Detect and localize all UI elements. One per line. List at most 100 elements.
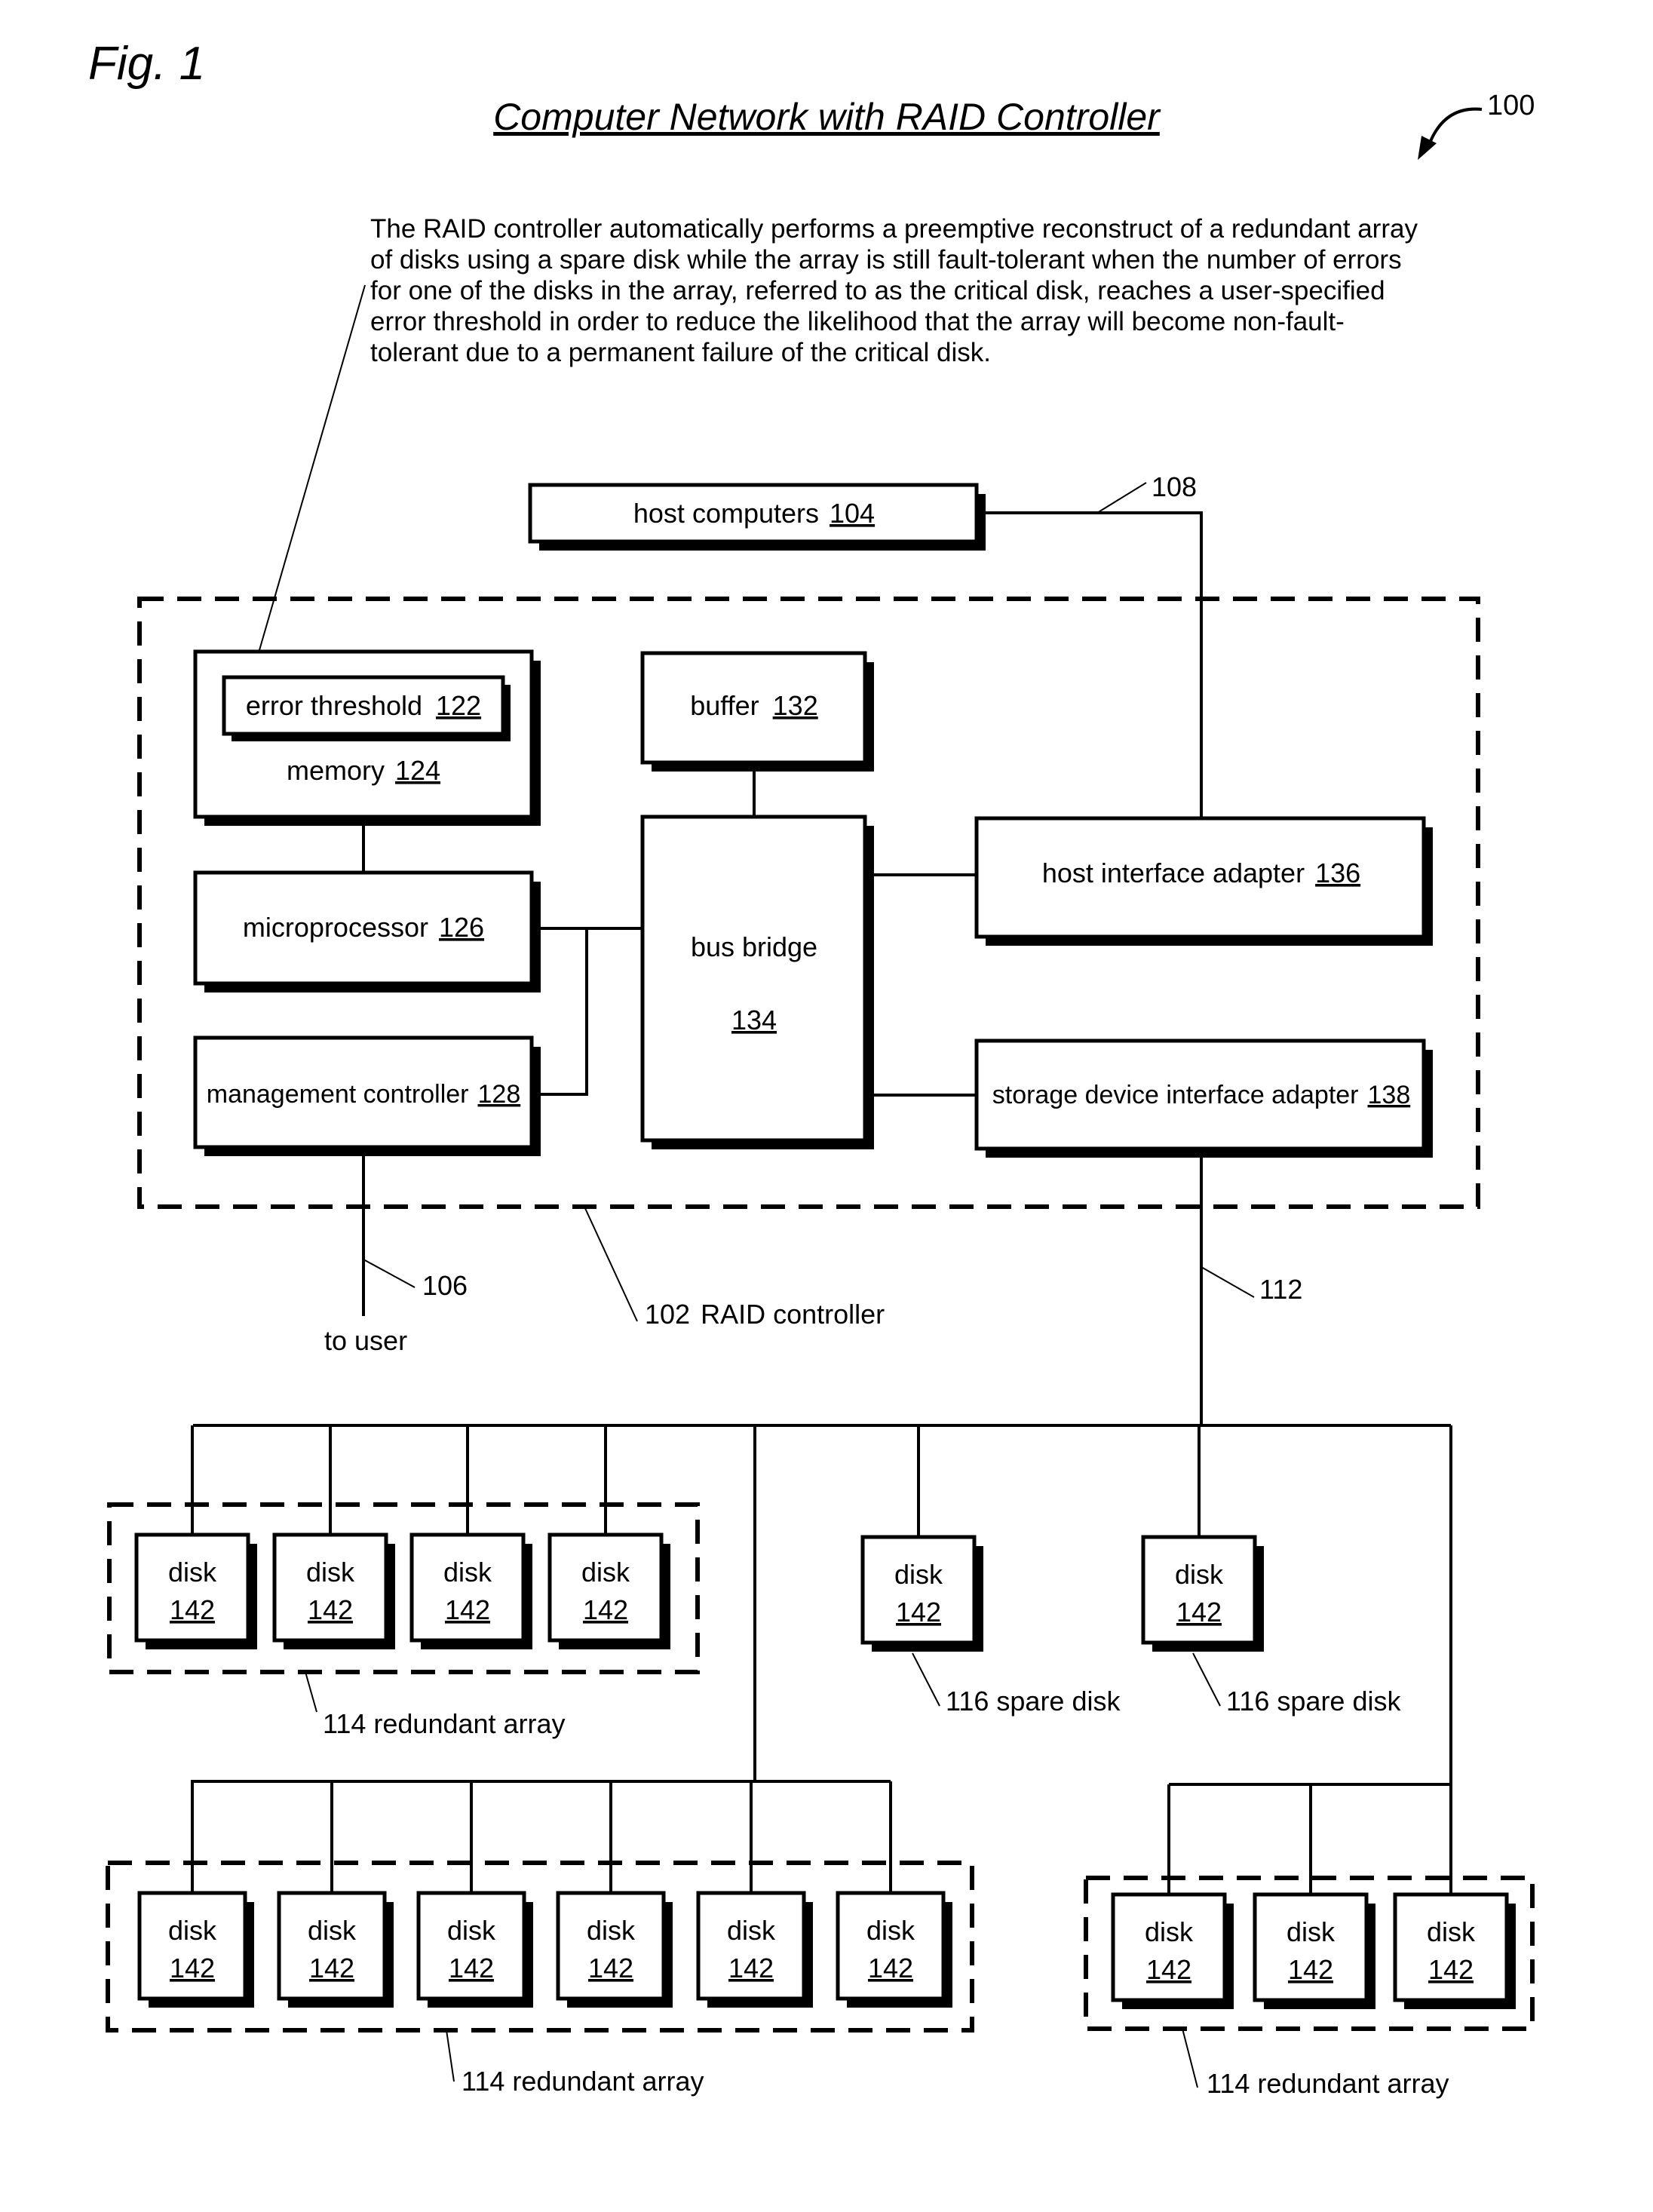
- disk-ref: 142: [896, 1597, 941, 1628]
- disk-ref: 142: [1146, 1954, 1191, 1985]
- block-label: management controller: [207, 1080, 469, 1109]
- svg-text:buffer132: buffer 132: [690, 690, 817, 721]
- ref-arrow-icon: [1428, 107, 1483, 146]
- block-label: error threshold: [246, 690, 422, 721]
- buffer-block[interactable]: buffer 132: [640, 651, 874, 772]
- array-leader: [446, 2029, 455, 2082]
- spare-label: 116 spare disk: [946, 1686, 1121, 1717]
- storage-link-leader: [1201, 1266, 1255, 1298]
- spare-leader: [1192, 1652, 1221, 1707]
- array-2-disk[interactable]: disk 142: [416, 1891, 533, 2008]
- svg-text:memory124: memory 124: [287, 755, 440, 786]
- spare-disk[interactable]: disk 142: [860, 1535, 983, 1652]
- array-3-disk[interactable]: disk 142: [1111, 1892, 1234, 2009]
- disk-label: disk: [1175, 1559, 1224, 1590]
- array-3-disk[interactable]: disk 142: [1253, 1892, 1375, 2009]
- disk-ref: 142: [170, 1594, 215, 1625]
- host-interface-adapter-block[interactable]: host interface adapter 136: [974, 816, 1433, 946]
- spare-leader: [912, 1652, 940, 1707]
- array-3-disk[interactable]: disk 142: [1393, 1892, 1516, 2009]
- disk-label: disk: [168, 1915, 217, 1946]
- microprocessor-block[interactable]: microprocessor 126: [193, 870, 541, 992]
- array-2-disk[interactable]: disk 142: [696, 1891, 813, 2008]
- block-ref: 132: [773, 690, 818, 721]
- array-1-disk[interactable]: disk 142: [409, 1532, 532, 1649]
- spare-label: 116 spare disk: [1226, 1686, 1401, 1717]
- disk-area: disk 142 disk 142 disk 142 disk 142 114 redundan…: [106, 1502, 1535, 2099]
- bus-bridge-block[interactable]: bus bridge 134: [640, 815, 874, 1149]
- svg-text:host computers104: host computers 104: [633, 498, 875, 529]
- array-2-disk[interactable]: disk 142: [836, 1891, 952, 2008]
- disk-label: disk: [581, 1557, 630, 1588]
- svg-text:microprocessor126: microprocessor 126: [243, 912, 484, 943]
- block-ref: 138: [1368, 1081, 1411, 1109]
- disk-ref: 142: [170, 1953, 215, 1983]
- host-link-ref: 108: [1152, 471, 1197, 502]
- disk-ref: 142: [1288, 1954, 1333, 1985]
- array-2-disk[interactable]: disk 142: [137, 1891, 254, 2008]
- host-link-wire: [977, 511, 1203, 818]
- disk-ref: 142: [445, 1594, 490, 1625]
- management-controller-block[interactable]: management controller 128: [193, 1035, 541, 1156]
- disk-ref: 142: [583, 1594, 628, 1625]
- annotation-line: of disks using a spare disk while the ar…: [370, 245, 1402, 275]
- disk-label: disk: [306, 1557, 355, 1588]
- array-leader: [305, 1671, 317, 1713]
- block-ref: 124: [395, 755, 440, 786]
- block-ref: 104: [830, 498, 875, 529]
- array-1-disk[interactable]: disk 142: [272, 1532, 395, 1649]
- annotation-line: for one of the disks in the array, refer…: [370, 276, 1385, 305]
- disk-label: disk: [1287, 1916, 1336, 1947]
- array-2-disk[interactable]: disk 142: [277, 1891, 394, 2008]
- array-1-disk[interactable]: disk 142: [134, 1532, 257, 1649]
- spare-disk[interactable]: disk 142: [1141, 1535, 1264, 1652]
- array-2-disk[interactable]: disk 142: [556, 1891, 673, 2008]
- disk-label: disk: [587, 1915, 636, 1946]
- array-label: 114 redundant array: [1207, 2068, 1449, 2099]
- block-label: microprocessor: [243, 912, 428, 943]
- block-label: memory: [287, 755, 385, 786]
- annotation-leader: [250, 284, 366, 680]
- block-label: buffer: [690, 690, 759, 721]
- block-label: storage device interface adapter: [992, 1081, 1359, 1109]
- disk-label: disk: [1427, 1916, 1476, 1947]
- svg-text:storage device interface adapt: storage device interface adapter 138: [992, 1081, 1410, 1109]
- user-link-leader: [363, 1259, 416, 1288]
- disk-label: disk: [168, 1557, 217, 1588]
- raid-controller-ref: 102 RAID controller: [645, 1299, 885, 1330]
- disk-label: disk: [727, 1915, 776, 1946]
- figure-ref-arrow: 100: [1418, 90, 1535, 160]
- disk-ref: 142: [728, 1953, 774, 1983]
- annotation-line: error threshold in order to reduce the l…: [370, 307, 1345, 336]
- disk-ref: 142: [308, 1594, 353, 1625]
- disk-ref: 142: [1176, 1597, 1222, 1628]
- figure-title: Computer Network with RAID Controller: [493, 96, 1161, 138]
- array-label: 114 redundant array: [323, 1708, 566, 1739]
- raid-network-diagram: Fig. 1 Computer Network with RAID Contro…: [88, 38, 1535, 2099]
- storage-device-interface-adapter-block[interactable]: storage device interface adapter 138: [974, 1039, 1433, 1158]
- annotation-line: The RAID controller automatically perfor…: [370, 214, 1418, 244]
- array-wires: [191, 1425, 1452, 1894]
- disk-ref: 142: [588, 1953, 633, 1983]
- array-label: 114 redundant array: [462, 2066, 704, 2097]
- host-computers-block[interactable]: host computers 104: [528, 483, 986, 551]
- disk-ref: 142: [309, 1953, 354, 1983]
- block-label: bus bridge: [691, 931, 817, 962]
- disk-ref: 142: [449, 1953, 494, 1983]
- figure-ref: 100: [1487, 90, 1535, 121]
- array-1-disk[interactable]: disk 142: [547, 1532, 670, 1649]
- storage-link-ref: 112: [1259, 1274, 1302, 1305]
- error-threshold-block[interactable]: error threshold 122: [222, 675, 511, 741]
- block-label: host interface adapter: [1042, 857, 1305, 888]
- user-link-ref: 106: [422, 1270, 468, 1301]
- arrowhead-icon: [1418, 136, 1437, 160]
- block-ref: 126: [439, 912, 484, 943]
- host-link-leader: [1096, 482, 1147, 514]
- user-link-label: to user: [324, 1325, 407, 1356]
- disk-label: disk: [447, 1915, 496, 1946]
- disk-label: disk: [443, 1557, 492, 1588]
- block-ref: 128: [478, 1080, 521, 1109]
- block-ref: 134: [731, 1005, 777, 1035]
- annotation: The RAID controller automatically perfor…: [370, 214, 1418, 367]
- array-leader: [1182, 2028, 1198, 2088]
